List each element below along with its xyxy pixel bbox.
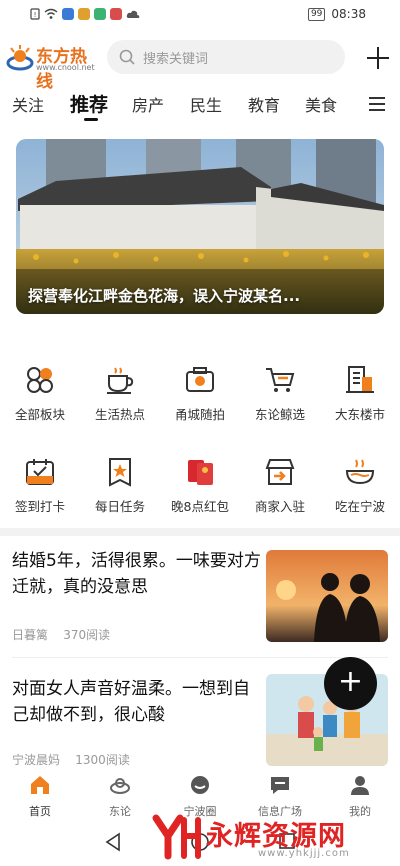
store-icon <box>265 459 295 485</box>
camera-icon <box>186 367 214 392</box>
battery-indicator: 99 <box>307 7 326 21</box>
article-thumbnail <box>266 550 388 642</box>
app-notification-icon <box>110 8 122 20</box>
site-watermark: 永辉资源网 www.yhkjjj.com <box>148 810 400 866</box>
banner-caption: 探营奉化江畔金色花海，误入宁波某名... <box>28 287 301 305</box>
quick-link-label: 晚8点红包 <box>171 499 229 514</box>
tab-property[interactable]: 房产 <box>132 92 164 116</box>
coffee-cup-icon <box>107 367 134 394</box>
app-notification-icon <box>62 8 74 20</box>
app-logo[interactable]: 东方热线 www.cnool.net <box>6 40 98 92</box>
nav-label: 首页 <box>29 805 51 818</box>
article-meta: 日暮篱 370阅读 <box>12 626 110 643</box>
logo-icon <box>6 45 34 71</box>
article-separator <box>12 657 388 658</box>
menu-icon[interactable] <box>368 96 386 112</box>
noodle-bowl-icon <box>345 459 375 485</box>
calendar-check-icon <box>26 459 54 485</box>
status-icons: ! <box>30 8 140 20</box>
grid-blocks-icon <box>27 367 53 393</box>
tab-food[interactable]: 美食 <box>305 92 337 116</box>
article-title: 结婚5年，活得很累。一味要对方迁就，真的没意思 <box>12 551 261 597</box>
quick-link-label: 大东楼市 <box>334 407 385 422</box>
article-author: 日暮篱 <box>12 628 49 642</box>
quick-link-label: 东论鲸选 <box>254 407 305 422</box>
clock: 08:38 <box>331 7 366 21</box>
quick-link-merchant[interactable]: 商家入驻 <box>240 456 320 526</box>
app-notification-icon <box>78 8 90 20</box>
back-icon[interactable] <box>104 832 122 852</box>
section-divider <box>0 528 400 536</box>
tab-education[interactable]: 教育 <box>248 92 280 116</box>
watermark-logo <box>152 814 201 860</box>
quick-link-label: 商家入驻 <box>254 499 305 514</box>
circle-chat-icon <box>191 776 209 794</box>
shopping-cart-icon <box>266 368 295 392</box>
quick-link-label: 生活热点 <box>94 407 145 422</box>
status-bar: ! 99 08:38 <box>0 0 400 30</box>
forum-logo-icon <box>110 778 130 794</box>
quick-link-all-blocks[interactable]: 全部板块 <box>0 364 80 434</box>
quick-link-city-snapshot[interactable]: 甬城随拍 <box>160 364 240 434</box>
article-card[interactable]: 结婚5年，活得很累。一味要对方迁就，真的没意思 日暮篱 370阅读 <box>12 548 388 644</box>
channel-tabs: 关注 推荐 房产 民生 教育 美食 <box>0 86 400 126</box>
tab-livelihood[interactable]: 民生 <box>190 92 222 116</box>
nav-home[interactable]: 首页 <box>0 774 80 819</box>
app-header: 东方热线 www.cnool.net 搜索关键词 <box>0 36 400 92</box>
article-meta: 宁波晨妈 1300阅读 <box>12 751 130 768</box>
home-icon <box>31 776 49 794</box>
red-envelope-icon <box>188 460 213 485</box>
article-reads: 1300阅读 <box>75 753 130 767</box>
quick-link-label: 吃在宁波 <box>334 499 385 514</box>
search-bar[interactable]: 搜索关键词 <box>107 40 345 74</box>
quick-link-label: 签到打卡 <box>14 499 65 514</box>
article-title: 对面女人声音好温柔。一想到自己却做不到，很心酸 <box>12 679 250 725</box>
featured-banner[interactable]: 探营奉化江畔金色花海，误入宁波某名... <box>16 139 384 314</box>
task-badge-icon <box>109 458 131 487</box>
quick-link-selection[interactable]: 东论鲸选 <box>240 364 320 434</box>
sim-alert-icon: ! <box>30 8 40 20</box>
logo-url: www.cnool.net <box>36 63 95 72</box>
building-icon <box>346 366 374 393</box>
quick-link-life-hot[interactable]: 生活热点 <box>80 364 160 434</box>
article-author: 宁波晨妈 <box>12 753 61 767</box>
wifi-icon <box>44 8 58 19</box>
quick-link-label: 甬城随拍 <box>174 407 225 422</box>
quick-link-daily-task[interactable]: 每日任务 <box>80 456 160 526</box>
quick-link-label: 每日任务 <box>94 499 145 514</box>
cloud-icon <box>126 10 140 18</box>
article-reads: 370阅读 <box>63 628 111 642</box>
tab-recommend[interactable]: 推荐 <box>70 90 108 117</box>
quick-link-label: 全部板块 <box>14 407 65 422</box>
active-tab-indicator <box>84 118 98 121</box>
plus-icon[interactable] <box>362 42 394 74</box>
svg-text:!: ! <box>34 11 37 19</box>
watermark-url: www.yhkjjj.com <box>258 848 350 859</box>
message-square-icon <box>271 777 289 794</box>
app-notification-icon <box>94 8 106 20</box>
create-post-button[interactable]: + <box>324 657 377 710</box>
user-icon <box>351 776 369 795</box>
tab-follow[interactable]: 关注 <box>12 92 44 116</box>
quick-link-eat-ningbo[interactable]: 吃在宁波 <box>320 456 400 526</box>
quick-link-property-market[interactable]: 大东楼市 <box>320 364 400 434</box>
search-icon <box>119 49 135 65</box>
quick-link-checkin[interactable]: 签到打卡 <box>0 456 80 526</box>
search-placeholder: 搜索关键词 <box>143 51 209 67</box>
quick-link-red-envelope[interactable]: 晚8点红包 <box>160 456 240 526</box>
